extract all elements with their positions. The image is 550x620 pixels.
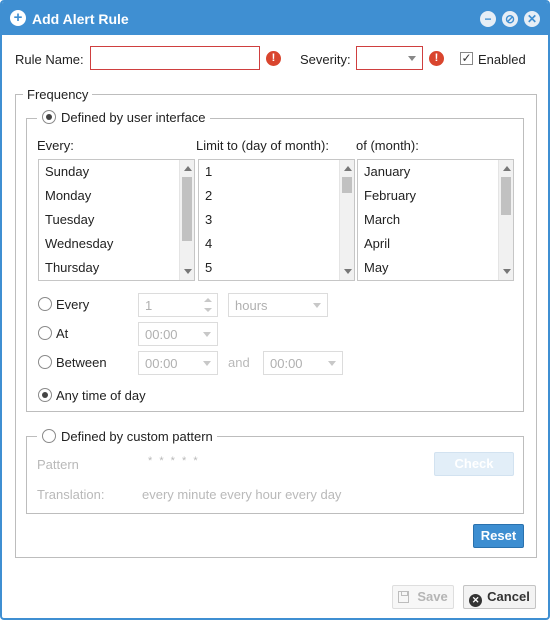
chevron-down-icon <box>313 303 321 308</box>
cancel-label: Cancel <box>487 589 530 604</box>
any-time-radio[interactable] <box>38 388 52 402</box>
save-button[interactable]: Save <box>392 585 454 609</box>
list-item[interactable]: 2 <box>199 184 354 208</box>
month-listbox[interactable]: January February March April May <box>357 159 514 281</box>
at-time-value: 00:00 <box>145 327 178 342</box>
scroll-down-icon[interactable] <box>503 269 511 274</box>
between-and-label: and <box>228 355 250 370</box>
between-to-select[interactable]: 00:00 <box>263 351 343 375</box>
scroll-down-icon[interactable] <box>184 269 192 274</box>
limit-header: Limit to (day of month): <box>196 138 329 153</box>
month-scrollbar[interactable] <box>498 160 513 280</box>
spin-down-icon[interactable] <box>204 308 212 312</box>
list-item[interactable]: March <box>358 208 513 232</box>
at-radio[interactable] <box>38 326 52 340</box>
cancel-icon: ✕ <box>469 594 483 607</box>
list-item[interactable]: Thursday <box>39 256 194 280</box>
list-item[interactable]: 3 <box>199 208 354 232</box>
add-alert-rule-dialog: + Add Alert Rule − ⊘ ✕ Rule Name: ! Seve… <box>0 0 550 620</box>
translation-value: every minute every hour every day <box>142 487 342 502</box>
custom-pattern-legend: Defined by custom pattern <box>37 429 217 444</box>
chevron-down-icon <box>203 332 211 337</box>
at-label: At <box>56 326 69 341</box>
scroll-thumb[interactable] <box>342 177 352 193</box>
spin-up-icon[interactable] <box>204 298 212 302</box>
enabled-label: Enabled <box>478 52 526 67</box>
days-listbox[interactable]: Sunday Monday Tuesday Wednesday Thursday <box>38 159 195 281</box>
list-item[interactable]: 5 <box>199 256 354 280</box>
plus-circle-icon: + <box>10 10 26 26</box>
ui-defined-label: Defined by user interface <box>61 110 206 125</box>
custom-pattern-radio[interactable] <box>42 429 56 443</box>
save-icon <box>398 591 410 603</box>
ui-defined-radio[interactable] <box>42 110 56 124</box>
pattern-label: Pattern <box>37 457 79 472</box>
restore-icon[interactable]: ⊘ <box>502 11 518 27</box>
list-item[interactable]: Monday <box>39 184 194 208</box>
pattern-input[interactable]: * * * * * <box>148 455 200 467</box>
chevron-down-icon <box>408 56 416 61</box>
list-item[interactable]: 4 <box>199 232 354 256</box>
rule-name-error-icon: ! <box>266 51 281 66</box>
list-item[interactable]: Tuesday <box>39 208 194 232</box>
days-scrollbar[interactable] <box>179 160 194 280</box>
between-from-value: 00:00 <box>145 356 178 371</box>
cancel-button[interactable]: ✕ Cancel <box>463 585 536 609</box>
translation-label: Translation: <box>37 487 105 502</box>
check-button[interactable]: Check <box>434 452 514 476</box>
day-of-month-listbox[interactable]: 1 2 3 4 5 <box>198 159 355 281</box>
list-item[interactable]: February <box>358 184 513 208</box>
list-item[interactable]: April <box>358 232 513 256</box>
ui-defined-legend: Defined by user interface <box>37 110 210 125</box>
reset-button[interactable]: Reset <box>473 524 524 548</box>
rule-name-label: Rule Name: <box>15 52 84 67</box>
scroll-thumb[interactable] <box>182 177 192 241</box>
every-header: Every: <box>37 138 74 153</box>
list-item[interactable]: May <box>358 256 513 280</box>
close-icon[interactable]: ✕ <box>524 11 540 27</box>
minimize-icon[interactable]: − <box>480 11 496 27</box>
every-label: Every <box>56 297 90 312</box>
scroll-up-icon[interactable] <box>184 166 192 171</box>
between-to-value: 00:00 <box>270 356 303 371</box>
severity-error-icon: ! <box>429 51 444 66</box>
every-radio[interactable] <box>38 297 52 311</box>
list-item[interactable]: Sunday <box>39 160 194 184</box>
every-number-value: 1 <box>145 298 153 313</box>
list-item[interactable]: January <box>358 160 513 184</box>
scroll-down-icon[interactable] <box>344 269 352 274</box>
every-unit-select[interactable]: hours <box>228 293 328 317</box>
dialog-titlebar[interactable]: + Add Alert Rule − ⊘ ✕ <box>2 2 548 35</box>
any-time-label: Any time of day <box>56 388 146 403</box>
every-unit-value: hours <box>235 298 268 313</box>
dialog-title: Add Alert Rule <box>32 11 129 27</box>
list-item[interactable]: 1 <box>199 160 354 184</box>
rule-name-input[interactable] <box>90 46 260 70</box>
every-number-input[interactable]: 1 <box>138 293 218 317</box>
list-item[interactable]: Wednesday <box>39 232 194 256</box>
chevron-down-icon <box>203 361 211 366</box>
scroll-up-icon[interactable] <box>503 166 511 171</box>
frequency-legend: Frequency <box>23 87 93 102</box>
at-time-select[interactable]: 00:00 <box>138 322 218 346</box>
enabled-checkbox[interactable]: ✓ <box>460 52 473 65</box>
scroll-thumb[interactable] <box>501 177 511 215</box>
severity-select[interactable] <box>356 46 423 70</box>
between-from-select[interactable]: 00:00 <box>138 351 218 375</box>
between-radio[interactable] <box>38 355 52 369</box>
severity-label: Severity: <box>300 52 351 67</box>
scroll-up-icon[interactable] <box>344 166 352 171</box>
custom-pattern-label: Defined by custom pattern <box>61 429 213 444</box>
chevron-down-icon <box>328 361 336 366</box>
month-header: of (month): <box>356 138 419 153</box>
between-label: Between <box>56 355 107 370</box>
day-of-month-scrollbar[interactable] <box>339 160 354 280</box>
save-label: Save <box>417 589 448 604</box>
